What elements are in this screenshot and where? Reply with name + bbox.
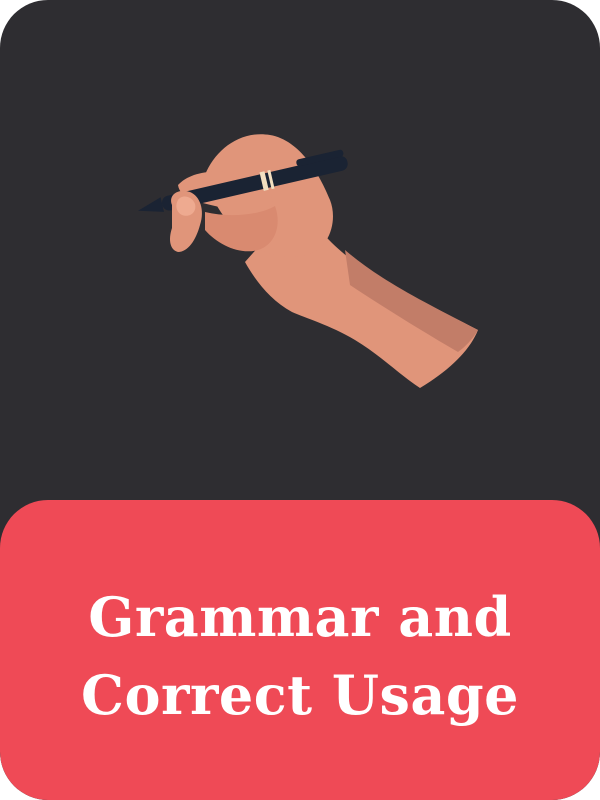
title-banner: Grammar and Correct Usage xyxy=(0,500,600,800)
card-title-line1: Grammar and xyxy=(88,585,512,649)
hand-writing-with-pen-icon xyxy=(138,134,478,388)
card-title-line2: Correct Usage xyxy=(81,663,519,727)
topic-card[interactable]: Grammar and Correct Usage xyxy=(0,0,600,800)
card-title: Grammar and Correct Usage xyxy=(81,578,519,734)
